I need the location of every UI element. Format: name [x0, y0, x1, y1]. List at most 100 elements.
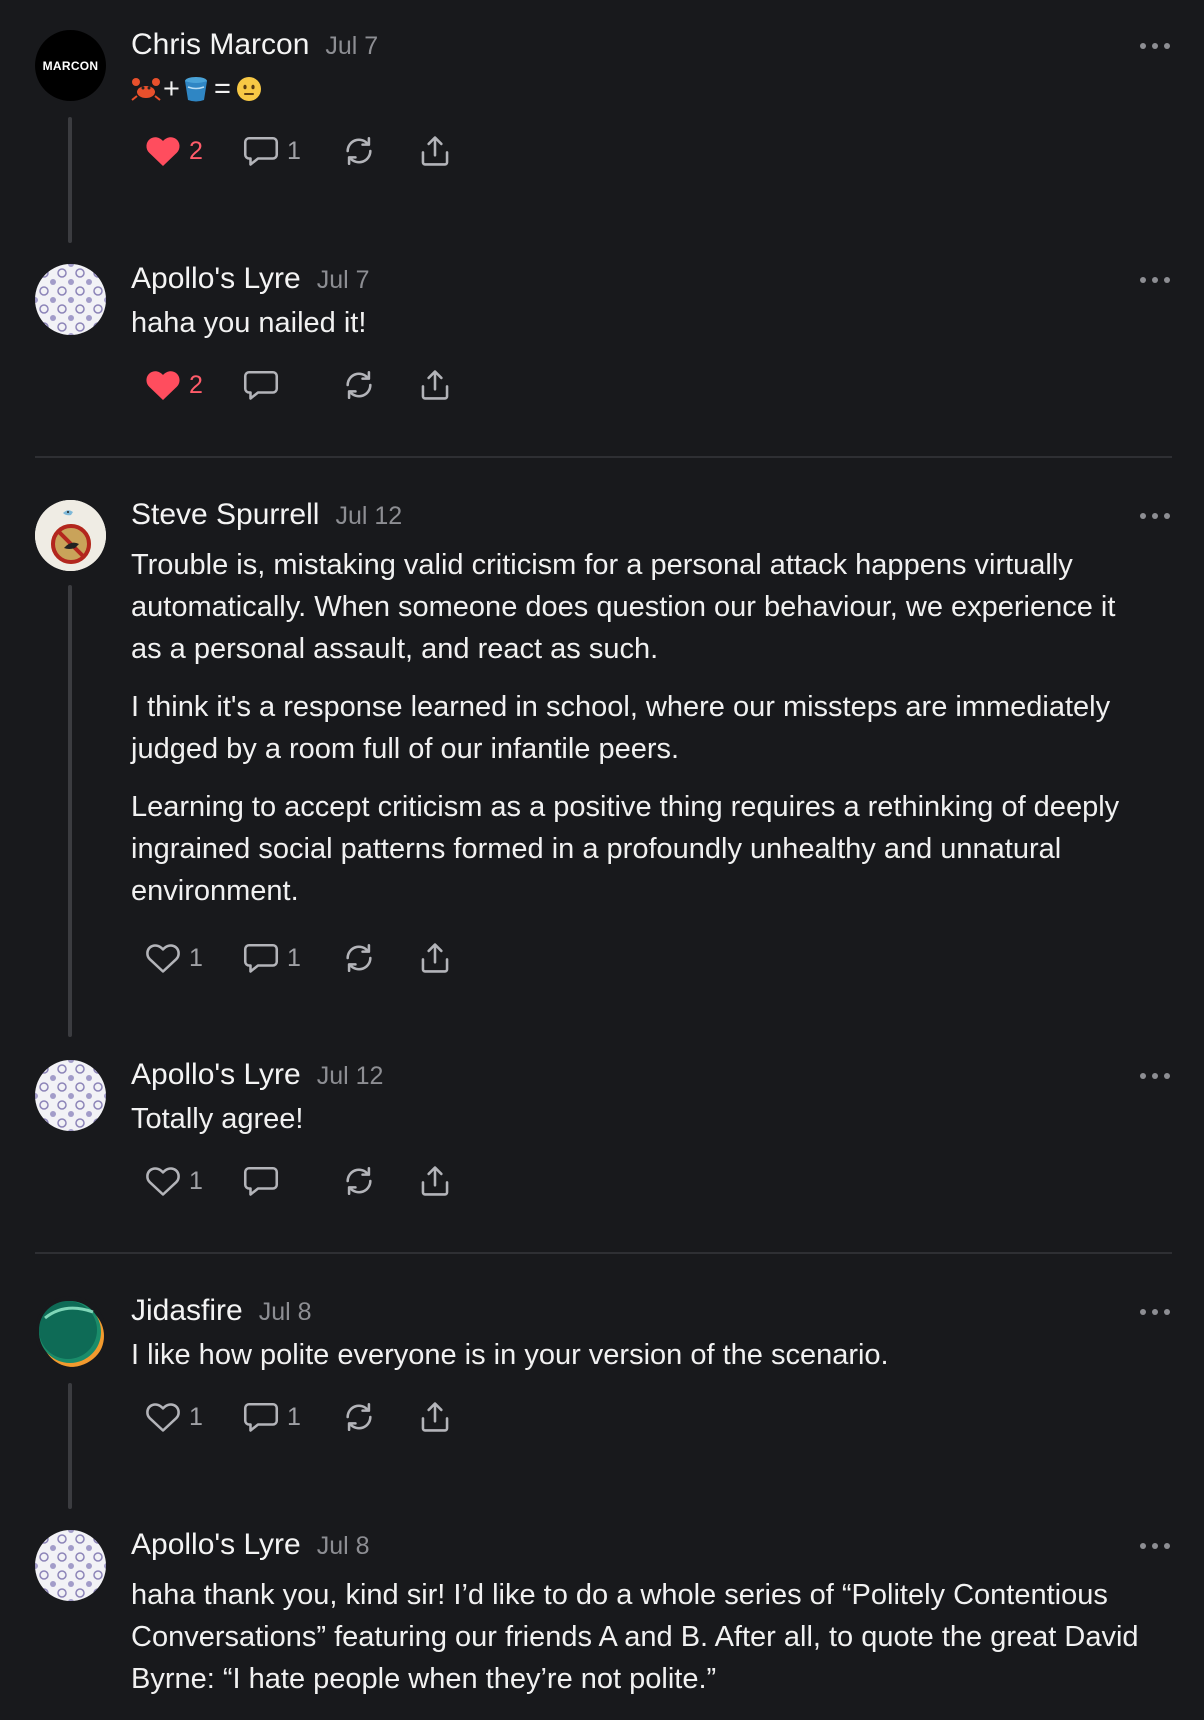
like-button[interactable]: 2 — [145, 134, 203, 168]
like-button[interactable]: 1 — [145, 1400, 203, 1434]
post: Jidasfire Jul 8 I like how polite everyo… — [0, 1294, 1204, 1447]
reply-button[interactable]: 1 — [243, 941, 301, 975]
post-paragraph: I like how polite everyone is in your ve… — [131, 1339, 889, 1371]
lyre-pattern-avatar-icon — [35, 1060, 106, 1131]
share-icon — [421, 1402, 449, 1432]
post-paragraph: Learning to accept criticism as a positi… — [131, 791, 1120, 907]
comment-icon — [243, 370, 279, 400]
reply-button[interactable]: 1 — [243, 134, 301, 168]
repost-button[interactable] — [341, 1400, 377, 1434]
no-bird-sign-avatar-icon — [35, 500, 106, 571]
heart-outline-icon — [146, 944, 180, 973]
reply-count: 1 — [287, 943, 301, 972]
post: Apollo's Lyre Jul 8 haha thank you, kind… — [0, 1528, 1204, 1716]
more-options-icon[interactable] — [1140, 1306, 1170, 1318]
repost-icon — [346, 136, 372, 166]
share-button[interactable] — [417, 1400, 453, 1434]
action-bar: 2 1 — [145, 121, 1144, 181]
share-icon — [421, 943, 449, 973]
avatar[interactable] — [35, 1296, 106, 1367]
avatar-logo-text: MARCON — [42, 58, 99, 73]
more-options-icon[interactable] — [1140, 1070, 1170, 1082]
post-date[interactable]: Jul 12 — [317, 1062, 384, 1091]
reply-button[interactable] — [243, 368, 301, 402]
avatar[interactable] — [35, 264, 106, 335]
reply-button[interactable] — [243, 1164, 301, 1198]
post-paragraph: I think it's a response learned in schoo… — [131, 691, 1111, 765]
author-name[interactable]: Steve Spurrell — [131, 498, 319, 532]
post-date[interactable]: Jul 8 — [259, 1298, 312, 1327]
equals-sign: = — [213, 72, 231, 105]
like-button[interactable]: 1 — [145, 1164, 203, 1198]
repost-button[interactable] — [341, 1164, 377, 1198]
reply-count: 1 — [287, 136, 301, 165]
plus-sign: + — [163, 72, 180, 105]
post: Apollo's Lyre Jul 12 Totally agree! 1 — [0, 1058, 1204, 1211]
more-options-icon[interactable] — [1140, 40, 1170, 52]
more-options-icon[interactable] — [1140, 274, 1170, 286]
post-paragraph: haha thank you, kind sir! I’d like to do… — [131, 1579, 1139, 1695]
more-options-icon[interactable] — [1140, 510, 1170, 522]
lyre-pattern-avatar-icon — [35, 264, 106, 335]
lyre-pattern-avatar-icon — [35, 1530, 106, 1601]
bucket-emoji-icon — [184, 77, 207, 102]
author-name[interactable]: Chris Marcon — [131, 28, 309, 62]
author-name[interactable]: Jidasfire — [131, 1294, 243, 1328]
action-bar: 1 1 — [145, 928, 1144, 988]
post-body: I like how polite everyone is in your ve… — [131, 1334, 1144, 1376]
repost-button[interactable] — [341, 941, 377, 975]
repost-button[interactable] — [341, 134, 377, 168]
post-date[interactable]: Jul 8 — [317, 1532, 370, 1561]
reply-button[interactable]: 1 — [243, 1400, 301, 1434]
heart-filled-icon — [146, 137, 180, 166]
heart-outline-icon — [146, 1167, 180, 1196]
action-bar: 1 — [145, 1151, 1144, 1211]
like-count: 2 — [189, 370, 203, 399]
post-body: haha thank you, kind sir! I’d like to do… — [131, 1574, 1144, 1700]
like-count: 1 — [189, 1166, 203, 1195]
share-button[interactable] — [417, 368, 453, 402]
post: Steve Spurrell Jul 12 Trouble is, mistak… — [0, 498, 1204, 988]
author-name[interactable]: Apollo's Lyre — [131, 262, 301, 296]
post-text: + = — [131, 68, 1144, 110]
share-button[interactable] — [417, 1164, 453, 1198]
author-name[interactable]: Apollo's Lyre — [131, 1058, 301, 1092]
like-button[interactable]: 1 — [145, 941, 203, 975]
action-bar: 2 — [145, 355, 1144, 415]
crab-emoji-icon — [131, 78, 161, 101]
post-date[interactable]: Jul 12 — [335, 502, 402, 531]
post: Apollo's Lyre Jul 7 haha you nailed it! … — [0, 262, 1204, 415]
avatar[interactable] — [35, 1530, 106, 1601]
post-body: haha you nailed it! — [131, 302, 1144, 344]
share-button[interactable] — [417, 941, 453, 975]
share-button[interactable] — [417, 134, 453, 168]
avatar[interactable] — [35, 1060, 106, 1131]
repost-icon — [346, 370, 372, 400]
more-options-icon[interactable] — [1140, 1540, 1170, 1552]
avatar[interactable] — [35, 500, 106, 571]
neutral-face-emoji-icon — [236, 77, 261, 101]
author-name[interactable]: Apollo's Lyre — [131, 1528, 301, 1562]
divider — [35, 1252, 1172, 1254]
post-paragraph: Trouble is, mistaking valid criticism fo… — [131, 549, 1116, 665]
repost-button[interactable] — [341, 368, 377, 402]
like-count: 1 — [189, 1402, 203, 1431]
comment-icon — [243, 1402, 279, 1432]
post-date[interactable]: Jul 7 — [325, 32, 378, 61]
post: MARCON Chris Marcon Jul 7 + = 2 1 — [0, 28, 1204, 181]
share-icon — [421, 370, 449, 400]
heart-filled-icon — [146, 371, 180, 400]
repost-icon — [346, 943, 372, 973]
post-paragraph: Totally agree! — [131, 1103, 304, 1135]
share-icon — [421, 136, 449, 166]
post-date[interactable]: Jul 7 — [317, 266, 370, 295]
comment-icon — [243, 943, 279, 973]
heart-outline-icon — [146, 1403, 180, 1432]
avatar[interactable]: MARCON — [35, 30, 106, 101]
divider — [35, 456, 1172, 458]
reply-count: 1 — [287, 1402, 301, 1431]
post-body: Trouble is, mistaking valid criticism fo… — [131, 544, 1144, 912]
repost-icon — [346, 1402, 372, 1432]
like-count: 1 — [189, 943, 203, 972]
like-button[interactable]: 2 — [145, 368, 203, 402]
